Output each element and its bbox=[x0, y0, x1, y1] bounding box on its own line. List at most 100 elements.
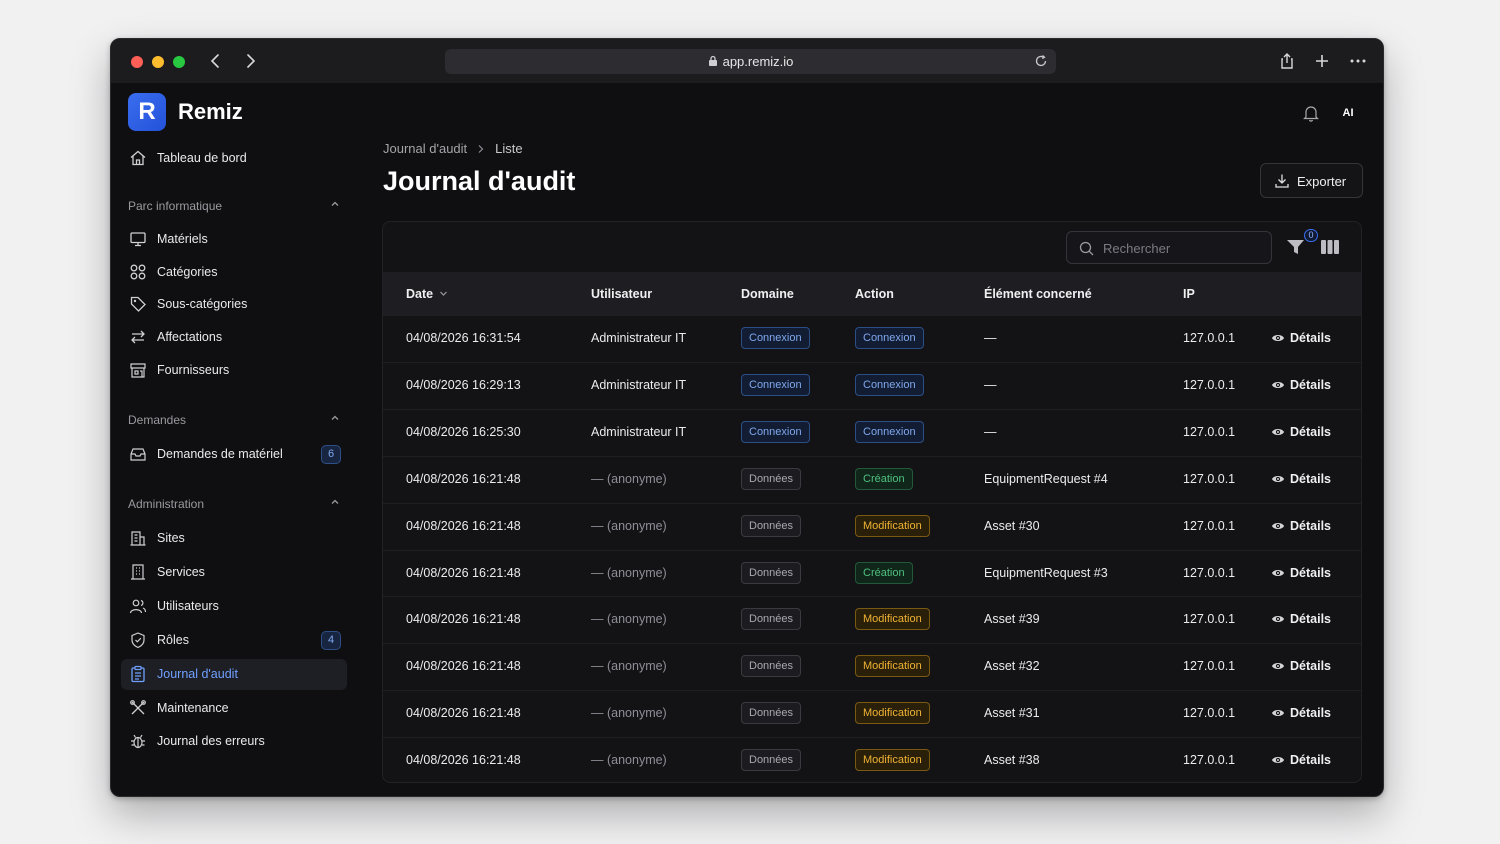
swap-icon bbox=[131, 330, 145, 344]
details-link[interactable]: Détails bbox=[1271, 706, 1331, 720]
cell-user: Administrateur IT bbox=[591, 424, 687, 439]
sidebar-item-label: Services bbox=[157, 565, 205, 579]
column-header-user[interactable]: Utilisateur bbox=[591, 287, 652, 301]
sidebar-item-maintenance[interactable]: Maintenance bbox=[121, 693, 347, 724]
details-link[interactable]: Détails bbox=[1271, 331, 1331, 345]
sidebar-item-utilisateurs[interactable]: Utilisateurs bbox=[121, 591, 347, 622]
share-icon[interactable] bbox=[1278, 52, 1296, 70]
maximize-window-button[interactable] bbox=[173, 56, 185, 68]
count-badge: 4 bbox=[321, 631, 341, 650]
search-box[interactable] bbox=[1066, 231, 1272, 264]
sidebar-item-journal-erreurs[interactable]: Journal des erreurs bbox=[121, 726, 347, 757]
cell-element: Asset #38 bbox=[984, 753, 1040, 768]
inbox-icon bbox=[130, 448, 146, 461]
cell-date: 04/08/2026 16:25:30 bbox=[406, 424, 521, 439]
sidebar-item-dashboard[interactable]: Tableau de bord bbox=[121, 143, 347, 174]
action-tag: Modification bbox=[855, 749, 930, 772]
eye-icon bbox=[1272, 663, 1284, 670]
details-link[interactable]: Détails bbox=[1271, 659, 1331, 673]
sidebar-item-fournisseurs[interactable]: Fournisseurs bbox=[121, 355, 347, 386]
sidebar-item-label: Rôles bbox=[157, 633, 189, 647]
wrench-icon bbox=[130, 700, 146, 715]
details-link[interactable]: Détails bbox=[1271, 753, 1331, 767]
eye-icon bbox=[1272, 335, 1284, 341]
sidebar-item-journal-audit[interactable]: Journal d'audit bbox=[121, 659, 347, 690]
sidebar-item-roles[interactable]: Rôles 4 bbox=[121, 625, 347, 656]
export-label: Exporter bbox=[1297, 174, 1347, 189]
table-header: Date Utilisateur Domaine Action Élément … bbox=[383, 272, 1361, 315]
cell-date: 04/08/2026 16:21:48 bbox=[406, 706, 521, 721]
cell-date: 04/08/2026 16:21:48 bbox=[406, 659, 521, 674]
bell-icon[interactable] bbox=[1303, 104, 1319, 122]
app-name: Remiz bbox=[178, 99, 243, 124]
sidebar-item-categories[interactable]: Catégories bbox=[121, 257, 347, 288]
back-arrow-icon[interactable] bbox=[207, 52, 225, 70]
column-header-domain[interactable]: Domaine bbox=[741, 287, 794, 301]
cell-element: EquipmentRequest #3 bbox=[984, 565, 1108, 580]
domain-tag: Données bbox=[741, 749, 802, 772]
search-icon bbox=[1079, 241, 1094, 256]
audit-table-card: 0 Date Utilisateur Domaine Action Élémen… bbox=[382, 221, 1362, 783]
section-title: Demandes bbox=[128, 413, 187, 427]
browser-toolbar: app.remiz.io bbox=[111, 39, 1383, 83]
cell-ip: 127.0.0.1 bbox=[1183, 753, 1236, 768]
sidebar-item-label: Sites bbox=[157, 531, 185, 545]
cell-user: — (anonyme) bbox=[591, 565, 667, 580]
details-link[interactable]: Détails bbox=[1271, 612, 1331, 626]
reload-icon[interactable] bbox=[1034, 54, 1048, 68]
columns-icon[interactable] bbox=[1321, 239, 1339, 255]
new-tab-icon[interactable] bbox=[1313, 52, 1331, 70]
breadcrumb-current: Liste bbox=[495, 141, 523, 156]
cell-element: — bbox=[984, 331, 997, 345]
sidebar-item-sous-categories[interactable]: Sous-catégories bbox=[121, 289, 347, 320]
cell-element: Asset #31 bbox=[984, 706, 1040, 721]
cell-user: — (anonyme) bbox=[591, 471, 667, 486]
domain-tag: Données bbox=[741, 702, 802, 725]
eye-icon bbox=[1272, 381, 1284, 388]
details-link[interactable]: Détails bbox=[1271, 519, 1331, 533]
column-header-action[interactable]: Action bbox=[855, 287, 894, 301]
section-header-demandes[interactable]: Demandes bbox=[128, 413, 340, 427]
details-link[interactable]: Détails bbox=[1271, 566, 1331, 580]
eye-icon bbox=[1272, 428, 1284, 435]
domain-tag: Données bbox=[741, 561, 802, 584]
column-header-ip[interactable]: IP bbox=[1183, 287, 1195, 301]
details-link[interactable]: Détails bbox=[1271, 378, 1331, 392]
action-tag: Connexion bbox=[855, 327, 924, 349]
user-avatar[interactable]: AI bbox=[1335, 100, 1361, 126]
office-icon bbox=[131, 564, 145, 580]
export-button[interactable]: Exporter bbox=[1260, 163, 1363, 198]
sidebar-item-demandes-materiel[interactable]: Demandes de matériel 6 bbox=[121, 439, 347, 470]
cell-ip: 127.0.0.1 bbox=[1183, 331, 1236, 345]
app-logo[interactable]: R bbox=[128, 93, 166, 131]
cell-element: — bbox=[984, 424, 997, 439]
sidebar-item-label: Matériels bbox=[157, 232, 208, 246]
chevron-up-icon bbox=[331, 415, 339, 420]
section-header-parc[interactable]: Parc informatique bbox=[128, 199, 340, 213]
column-header-date[interactable]: Date bbox=[406, 287, 448, 301]
section-header-administration[interactable]: Administration bbox=[128, 497, 340, 511]
domain-tag: Données bbox=[741, 467, 802, 490]
details-link[interactable]: Détails bbox=[1271, 472, 1331, 486]
minimize-window-button[interactable] bbox=[152, 56, 164, 68]
sidebar-item-sites[interactable]: Sites bbox=[121, 523, 347, 554]
sidebar-item-services[interactable]: Services bbox=[121, 557, 347, 588]
sidebar-item-label: Sous-catégories bbox=[157, 297, 248, 311]
address-bar[interactable]: app.remiz.io bbox=[445, 49, 1056, 74]
search-input[interactable] bbox=[1103, 238, 1263, 258]
details-link[interactable]: Détails bbox=[1271, 425, 1331, 439]
sidebar-item-materiels[interactable]: Matériels bbox=[121, 224, 347, 255]
store-icon bbox=[130, 363, 146, 378]
page-title: Journal d'audit bbox=[383, 166, 576, 196]
column-header-element[interactable]: Élément concerné bbox=[984, 287, 1092, 301]
eye-icon bbox=[1272, 569, 1284, 576]
table-row: 04/08/2026 16:21:48 — (anonyme) Données Mod… bbox=[383, 643, 1361, 690]
cell-ip: 127.0.0.1 bbox=[1183, 471, 1236, 486]
breadcrumb-link[interactable]: Journal d'audit bbox=[383, 141, 467, 156]
filter-icon[interactable] bbox=[1286, 238, 1306, 256]
more-options-icon[interactable] bbox=[1349, 52, 1367, 70]
eye-icon bbox=[1272, 757, 1284, 764]
forward-arrow-icon[interactable] bbox=[241, 52, 259, 70]
sidebar-item-affectations[interactable]: Affectations bbox=[121, 322, 347, 353]
close-window-button[interactable] bbox=[131, 56, 143, 68]
